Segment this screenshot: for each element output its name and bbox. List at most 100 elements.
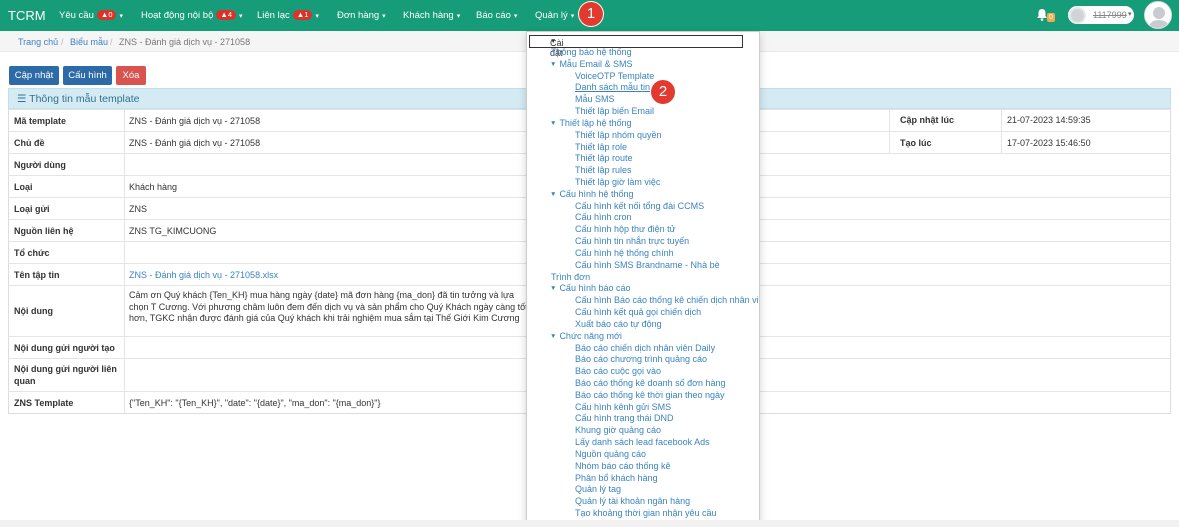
quan-ly-dropdown-menu: ▼ Cài đặt Thông báo hệ thống ▼ Mẫu Email & … <box>526 31 760 527</box>
menu-group-ch-c-n-ng-m-i[interactable]: ▼ Chức năng mới <box>550 331 622 341</box>
menu-item-khung-gi-qu-ng-c-o[interactable]: Khung giờ quảng cáo <box>575 425 661 435</box>
nav-label: Đơn hàng <box>337 10 380 21</box>
menu-item-label: Báo cáo chương trình quảng cáo <box>575 354 708 365</box>
caret-down-icon: ▼ <box>550 60 557 68</box>
caret-down-icon: ▼ <box>550 332 557 340</box>
menu-item-b-o-c-o-th-ng-k-doanh-s-n-h-ng[interactable]: Báo cáo thống kê doanh số đơn hàng <box>575 378 726 388</box>
menu-item-danh-s-ch-m-u-tin[interactable]: Danh sách mẫu tin <box>575 82 650 92</box>
menu-item-label: Báo cáo chiến dịch nhân viên Daily <box>575 342 716 353</box>
field-value: Khách hàng <box>129 182 178 192</box>
nav-don-hang[interactable]: Đơn hàng ▾ <box>337 10 386 21</box>
menu-item-thi-t-l-p-role[interactable]: Thiết lập role <box>575 142 627 152</box>
field-label: Nguồn liên hệ <box>14 226 74 236</box>
menu-item-c-u-h-nh-tin-nh-n-tr-c-tuy-n[interactable]: Cấu hình tin nhắn trực tuyến <box>575 236 689 246</box>
menu-item-c-u-h-nh-k-t-n-i-t-ng-i-ccms[interactable]: Cấu hình kết nối tổng đài CCMS <box>575 201 704 211</box>
menu-group-tr-nh-n[interactable]: Trình đơn <box>551 272 590 282</box>
breadcrumb-home[interactable]: Trang chủ <box>18 37 58 47</box>
profile-avatar[interactable] <box>1144 1 1172 29</box>
menu-item-thi-t-l-p-route[interactable]: Thiết lập route <box>575 153 633 163</box>
list-icon: ☰ <box>17 93 27 105</box>
menu-group-c-u-h-nh-b-o-c-o[interactable]: ▼ Cấu hình báo cáo <box>550 283 631 293</box>
menu-item-ngu-n-qu-ng-c-o[interactable]: Nguồn quảng cáo <box>575 449 646 459</box>
count-badge: ▲0 <box>96 10 117 20</box>
breadcrumb-separator: / <box>61 37 64 47</box>
menu-item-qu-n-l-t-i-kho-n-ng-n-h-ng[interactable]: Quản lý tài khoản ngân hàng <box>575 496 690 506</box>
table-row: Tạo lúc 17-07-2023 15:46:50 <box>889 131 1170 153</box>
caret-down-icon: ▾ <box>1128 11 1132 18</box>
menu-item-label: Báo cáo thống kê thời gian theo ngày <box>575 389 725 400</box>
menu-item-c-u-h-nh-tr-ng-th-i-dnd[interactable]: Cấu hình trạng thái DND <box>575 413 674 423</box>
menu-item-b-o-c-o-th-ng-k-th-i-gian-theo-ng-y[interactable]: Báo cáo thống kê thời gian theo ngày <box>575 390 725 400</box>
nav-label: Quản lý <box>535 10 568 21</box>
nav-yeu-cau[interactable]: Yêu cầu ▲0 ▾ <box>59 10 123 21</box>
step-marker-1: 1 <box>579 2 603 26</box>
menu-item-b-o-c-o-ch-ng-tr-nh-qu-ng-c-o[interactable]: Báo cáo chương trình quảng cáo <box>575 354 707 364</box>
menu-item-label: Quản lý tag <box>575 484 622 495</box>
menu-item-c-u-h-nh-k-t-qu-g-i-chi-n-d-ch[interactable]: Cấu hình kết quả gọi chiến dịch <box>575 307 701 317</box>
field-label: Tên tập tin <box>14 270 60 280</box>
menu-item-l-y-danh-s-ch-lead-facebook-ads[interactable]: Lấy danh sách lead facebook Ads <box>575 437 710 447</box>
menu-item-label: Trình đơn <box>551 271 591 282</box>
menu-item-label: Chức năng mới <box>559 330 622 341</box>
menu-item-label: Thiết lập nhóm quyền <box>575 129 662 140</box>
update-button[interactable]: Cập nhật <box>9 66 59 85</box>
delete-button[interactable]: Xóa <box>116 66 146 85</box>
menu-item-label: Cấu hình Báo cáo thống kê chiến dịch nhâ… <box>575 295 760 306</box>
menu-group-thi-t-l-p-h-th-ng[interactable]: ▼ Thiết lập hệ thống <box>550 118 632 128</box>
field-label: ZNS Template <box>14 398 74 408</box>
nav-bao-cao[interactable]: Báo cáo ▾ <box>476 10 517 21</box>
file-link[interactable]: ZNS - Đánh giá dịch vụ - 271058.xlsx <box>129 270 278 280</box>
menu-item-c-u-h-nh-h-th-ng-ch-nh[interactable]: Cấu hình hệ thống chính <box>575 248 674 258</box>
menu-item-thi-t-l-p-gi-l-m-vi-c[interactable]: Thiết lập giờ làm việc <box>575 177 660 187</box>
menu-item-label: Danh sách mẫu tin <box>575 82 651 93</box>
menu-item-voiceotp-template[interactable]: VoiceOTP Template <box>575 71 654 81</box>
menu-item-c-u-h-nh-k-nh-g-i-sms[interactable]: Cấu hình kênh gửi SMS <box>575 402 671 412</box>
menu-item-label: Thiết lập biến Email <box>575 106 655 117</box>
nav-khach-hang[interactable]: Khách hàng ▾ <box>403 10 460 21</box>
panel-title: Thông tin mẫu template <box>29 93 140 105</box>
content-value: Cảm ơn Quý khách {Ten_KH} mua hàng ngày … <box>129 290 528 323</box>
menu-item-qu-n-l-tag[interactable]: Quản lý tag <box>575 484 621 494</box>
count-badge: ▲1 <box>292 10 313 20</box>
menu-group-c-u-h-nh-h-th-ng[interactable]: ▼ Cấu hình hệ thống <box>550 189 634 199</box>
menu-group-m-u-email-sms[interactable]: ▼ Mẫu Email & SMS <box>550 59 632 69</box>
menu-item-nh-m-b-o-c-o-th-ng-k[interactable]: Nhóm báo cáo thống kê <box>575 461 671 471</box>
menu-item-label: Cấu hình kênh gửi SMS <box>575 401 672 412</box>
field-label: Chủ đề <box>14 138 45 148</box>
breadcrumb-templates[interactable]: Biểu mẫu <box>70 37 108 47</box>
menu-item-label: Thiết lập giờ làm việc <box>575 177 661 188</box>
menu-item-b-o-c-o-cu-c-g-i-v-o[interactable]: Báo cáo cuộc gọi vào <box>575 366 661 376</box>
menu-item-thi-t-l-p-bi-n-email[interactable]: Thiết lập biến Email <box>575 106 654 116</box>
menu-item-label: Cấu hình trạng thái DND <box>575 413 674 424</box>
menu-item-xu-t-b-o-c-o-t-ng[interactable]: Xuất báo cáo tự động <box>575 319 662 329</box>
menu-item-thi-t-l-p-nh-m-quy-n[interactable]: Thiết lập nhóm quyền <box>575 130 662 140</box>
menu-group-th-ng-b-o-h-th-ng[interactable]: Thông báo hệ thống <box>551 47 632 57</box>
menu-item-c-u-h-nh-sms-brandname-nh-b[interactable]: Cấu hình SMS Brandname - Nhà bè <box>575 260 720 270</box>
caret-down-icon: ▾ <box>315 13 319 20</box>
caret-down-icon: ▾ <box>513 13 518 20</box>
nav-quan-ly[interactable]: Quản lý ▾ <box>535 10 574 21</box>
menu-item-label: Thiết lập rules <box>575 165 632 176</box>
nav-hoat-dong-noi-bo[interactable]: Hoạt động nội bộ ▲4 ▾ <box>141 10 243 21</box>
menu-item-label: Thông báo hệ thống <box>551 47 632 57</box>
menu-item-c-u-h-nh-cron[interactable]: Cấu hình cron <box>575 212 632 222</box>
updated-at-label: Cập nhật lúc <box>900 115 955 125</box>
menu-item-c-u-h-nh-h-p-th-i-n-t[interactable]: Cấu hình hộp thư điện tử <box>575 224 676 234</box>
menu-item-label: Thiết lập route <box>575 153 633 164</box>
config-button[interactable]: Cấu hình <box>63 66 112 85</box>
user-name: 1117999 <box>1093 10 1127 20</box>
menu-item-t-o-kho-ng-th-i-gian-nh-n-y-u-c-u[interactable]: Tạo khoảng thời gian nhận yêu cầu <box>575 508 717 518</box>
menu-item-label: Quản lý tài khoản ngân hàng <box>575 496 691 507</box>
menu-item-m-u-sms[interactable]: Mẫu SMS <box>575 94 615 104</box>
menu-item-ph-n-b-kh-ch-h-ng[interactable]: Phân bổ khách hàng <box>575 473 658 483</box>
menu-item-thi-t-l-p-rules[interactable]: Thiết lập rules <box>575 165 632 175</box>
breadcrumb-current: ZNS - Đánh giá dịch vụ - 271058 <box>119 37 251 47</box>
caret-down-icon: ▾ <box>456 13 461 20</box>
count-badge: ▲4 <box>216 10 236 20</box>
brand-logo[interactable]: TCRM <box>8 8 46 23</box>
nav-lien-lac[interactable]: Liên lạc ▲1 ▾ <box>257 10 319 21</box>
nav-label: Báo cáo <box>476 10 511 21</box>
menu-item-label: Báo cáo thống kê doanh số đơn hàng <box>575 377 726 388</box>
menu-item-b-o-c-o-chi-n-d-ch-nh-n-vi-n-daily[interactable]: Báo cáo chiến dịch nhân viên Daily <box>575 343 715 353</box>
menu-item-c-u-h-nh-b-o-c-o-th-ng-k-chi-n-d-ch-nh-n-vi-n[interactable]: Cấu hình Báo cáo thống kê chiến dịch nhâ… <box>575 295 760 306</box>
